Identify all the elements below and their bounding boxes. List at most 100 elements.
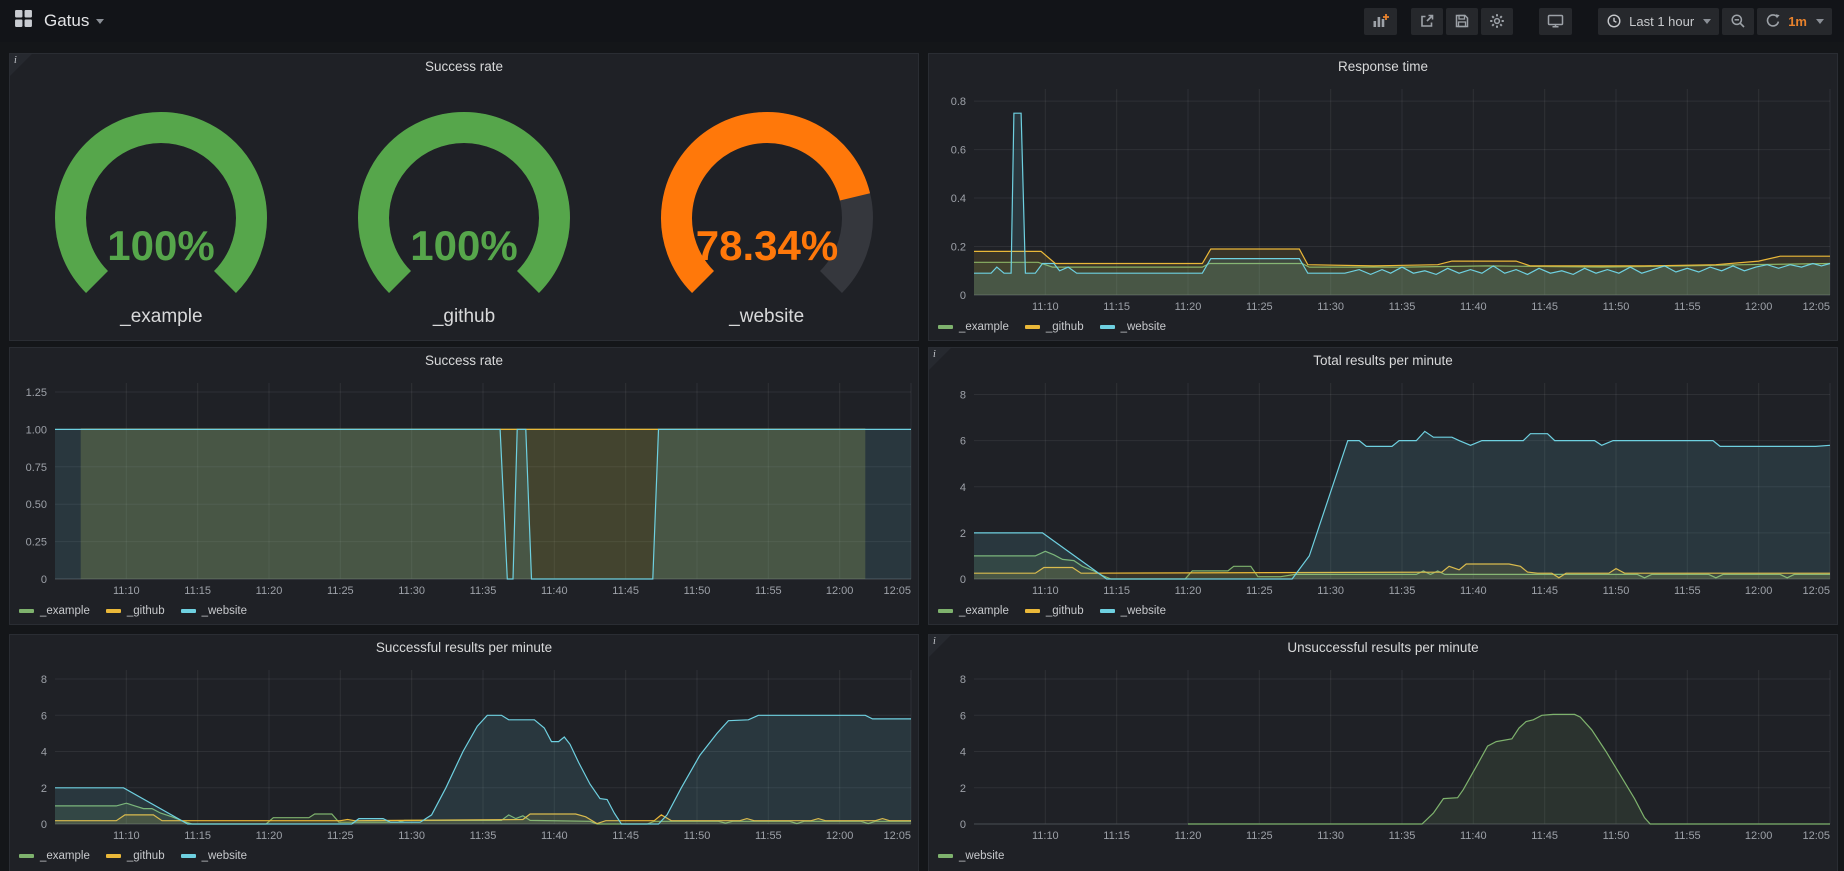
success-rate-chart[interactable]: 11:1011:1511:2011:2511:3011:3511:4011:45… bbox=[10, 374, 918, 600]
legend-item-_website[interactable]: _website bbox=[1100, 605, 1166, 617]
y-axis-tick-label: 6 bbox=[41, 710, 47, 722]
x-axis-tick-label: 12:00 bbox=[826, 830, 854, 842]
legend-item-_example[interactable]: _example bbox=[938, 321, 1009, 333]
legend-item-_github[interactable]: _github bbox=[106, 850, 165, 862]
panel-title[interactable]: Successful results per minute bbox=[10, 635, 918, 661]
gauge-value: 100% bbox=[108, 222, 215, 269]
panel-info-icon[interactable]: i bbox=[929, 635, 951, 657]
x-axis-tick-label: 11:50 bbox=[684, 585, 711, 597]
dashboard-title-caret-icon[interactable] bbox=[96, 19, 104, 24]
y-axis-tick-label: 8 bbox=[960, 674, 966, 686]
response-time-chart[interactable]: 11:1011:1511:2011:2511:3011:3511:4011:45… bbox=[929, 80, 1837, 316]
panel-info-icon[interactable]: i bbox=[929, 348, 951, 370]
x-axis-tick-label: 11:25 bbox=[1246, 585, 1273, 597]
dashboard-settings-button[interactable] bbox=[1481, 8, 1513, 35]
x-axis-tick-label: 11:10 bbox=[1032, 301, 1059, 313]
refresh-picker-button[interactable]: 1m bbox=[1757, 8, 1832, 35]
panel-total-results: i Total results per minute 11:1011:1511:… bbox=[928, 347, 1838, 625]
legend-item-_website[interactable]: _website bbox=[181, 850, 247, 862]
legend-swatch bbox=[1100, 325, 1115, 329]
y-axis-tick-label: 8 bbox=[41, 674, 47, 686]
add-panel-button[interactable] bbox=[1364, 8, 1397, 35]
panel-title[interactable]: Total results per minute bbox=[929, 348, 1837, 374]
dashboard-grid: i Success rate 100%_example100%_github78… bbox=[0, 42, 1844, 871]
gauge-label: _website bbox=[729, 306, 804, 328]
legend-label: _example bbox=[959, 321, 1009, 333]
y-axis-tick-label: 4 bbox=[41, 747, 47, 759]
chart-legend: _example _github _website bbox=[929, 600, 1837, 622]
x-axis-tick-label: 11:25 bbox=[327, 830, 354, 842]
chart-legend: _website bbox=[929, 845, 1837, 867]
x-axis-tick-label: 11:50 bbox=[1603, 585, 1630, 597]
gauge-label: _example bbox=[120, 306, 202, 328]
add-panel-icon bbox=[1372, 13, 1389, 29]
panel-title[interactable]: Response time bbox=[929, 54, 1837, 80]
legend-swatch bbox=[1025, 609, 1040, 613]
cycle-view-mode-button[interactable] bbox=[1539, 8, 1572, 35]
series-fill-_website bbox=[55, 429, 911, 579]
share-dashboard-button[interactable] bbox=[1411, 8, 1443, 35]
x-axis-tick-label: 12:00 bbox=[826, 585, 854, 597]
dashboards-grid-icon[interactable] bbox=[14, 9, 33, 33]
legend-item-_website[interactable]: _website bbox=[938, 850, 1004, 862]
chart-legend: _example _github _website bbox=[10, 600, 918, 622]
y-axis-tick-label: 2 bbox=[960, 783, 966, 795]
x-axis-tick-label: 11:35 bbox=[1389, 585, 1416, 597]
legend-item-_github[interactable]: _github bbox=[1025, 321, 1084, 333]
x-axis-tick-label: 11:40 bbox=[1460, 301, 1487, 313]
x-axis-tick-label: 11:30 bbox=[1317, 830, 1344, 842]
successful-results-chart[interactable]: 11:1011:1511:2011:2511:3011:3511:4011:45… bbox=[10, 661, 918, 845]
x-axis-tick-label: 11:20 bbox=[1175, 830, 1202, 842]
legend-label: _github bbox=[127, 850, 165, 862]
x-axis-tick-label: 11:55 bbox=[1674, 830, 1701, 842]
y-axis-tick-label: 8 bbox=[960, 390, 966, 402]
refresh-caret-icon bbox=[1816, 19, 1824, 24]
x-axis-tick-label: 11:15 bbox=[184, 830, 211, 842]
zoom-out-time-range-button[interactable] bbox=[1722, 8, 1754, 35]
panel-info-icon[interactable]: i bbox=[10, 54, 32, 76]
x-axis-tick-label: 11:15 bbox=[184, 585, 211, 597]
panel-title[interactable]: Success rate bbox=[10, 54, 918, 80]
legend-label: _website bbox=[202, 850, 247, 862]
legend-item-_website[interactable]: _website bbox=[181, 605, 247, 617]
x-axis-tick-label: 11:10 bbox=[1032, 585, 1059, 597]
y-axis-tick-label: 2 bbox=[41, 783, 47, 795]
save-dashboard-button[interactable] bbox=[1446, 8, 1478, 35]
x-axis-tick-label: 11:40 bbox=[1460, 585, 1487, 597]
legend-item-_example[interactable]: _example bbox=[19, 605, 90, 617]
y-axis-tick-label: 0.4 bbox=[951, 193, 966, 205]
total-results-chart[interactable]: 11:1011:1511:2011:2511:3011:3511:4011:45… bbox=[929, 374, 1837, 600]
gauge-_github: 100%_github bbox=[313, 80, 616, 340]
x-axis-tick-label: 11:45 bbox=[1531, 830, 1558, 842]
legend-label: _website bbox=[1121, 605, 1166, 617]
dashboard-title[interactable]: Gatus bbox=[44, 11, 89, 31]
legend-label: _github bbox=[1046, 605, 1084, 617]
panel-unsuccessful-results: i Unsuccessful results per minute 11:10 1… bbox=[928, 634, 1838, 871]
legend-item-_github[interactable]: _github bbox=[106, 605, 165, 617]
panel-title[interactable]: Success rate bbox=[10, 348, 918, 374]
y-axis-tick-label: 1.00 bbox=[26, 424, 47, 436]
x-axis-tick-label: 12:05 bbox=[1802, 301, 1830, 313]
x-axis-tick-label: 11:10 bbox=[113, 585, 140, 597]
refresh-icon bbox=[1765, 13, 1781, 29]
x-axis-tick-label: 11:45 bbox=[612, 585, 639, 597]
gauge-_example: 100% _example bbox=[10, 80, 313, 340]
panel-title[interactable]: Unsuccessful results per minute bbox=[929, 635, 1837, 661]
legend-item-_github[interactable]: _github bbox=[1025, 605, 1084, 617]
x-axis-tick-label: 11:10 bbox=[1032, 830, 1059, 842]
legend-item-_example[interactable]: _example bbox=[938, 605, 1009, 617]
x-axis-tick-label: 12:00 bbox=[1745, 585, 1773, 597]
unsuccessful-results-chart[interactable]: 11:1011:1511:2011:2511:3011:3511:4011:45… bbox=[929, 661, 1837, 845]
legend-swatch bbox=[938, 609, 953, 613]
x-axis-tick-label: 11:15 bbox=[1103, 830, 1130, 842]
legend-item-_example[interactable]: _example bbox=[19, 850, 90, 862]
y-axis-tick-label: 0 bbox=[960, 574, 966, 586]
legend-swatch bbox=[19, 854, 34, 858]
gauges-row: 100%_example100%_github78.34%_website bbox=[10, 80, 918, 340]
legend-item-_website[interactable]: _website bbox=[1100, 321, 1166, 333]
y-axis-tick-label: 2 bbox=[960, 528, 966, 540]
save-icon bbox=[1454, 13, 1470, 29]
time-range-picker-button[interactable]: Last 1 hour bbox=[1598, 8, 1719, 35]
gear-icon bbox=[1489, 13, 1505, 29]
x-axis-tick-label: 11:35 bbox=[1389, 830, 1416, 842]
